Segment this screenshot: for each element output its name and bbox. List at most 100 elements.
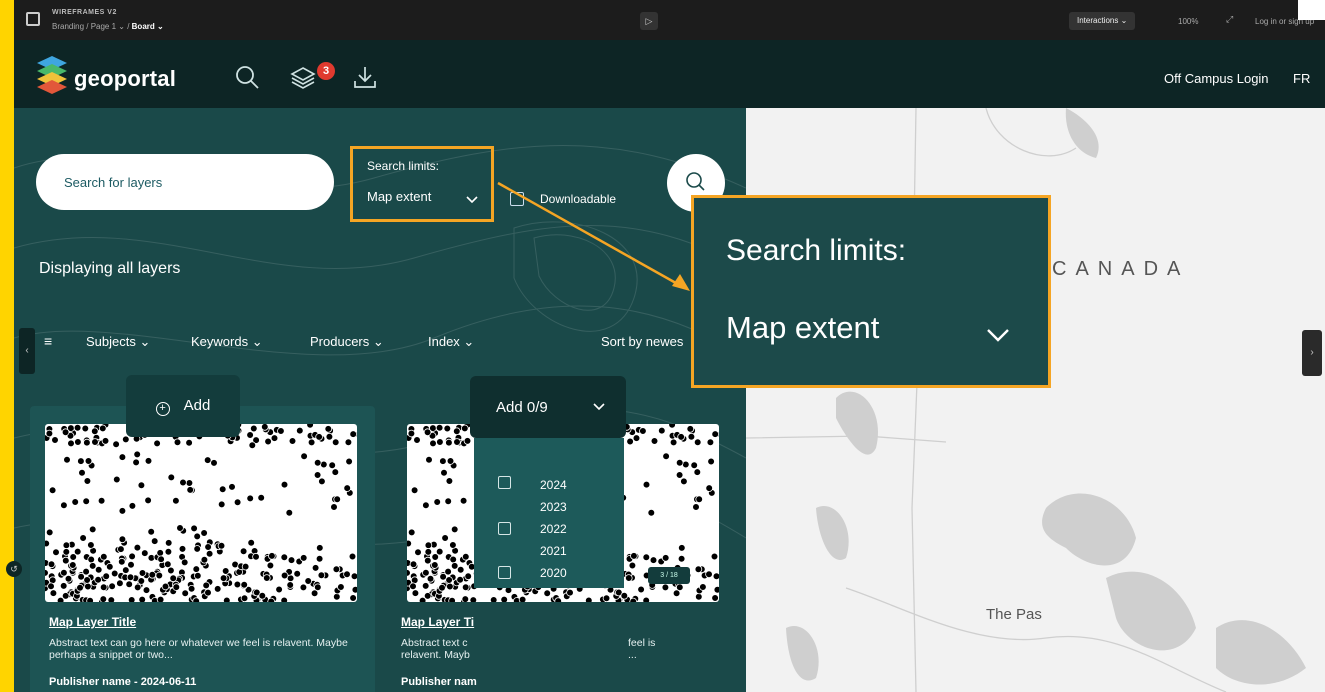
- cube-icon[interactable]: [26, 12, 40, 26]
- thumbnail-dot: [349, 430, 357, 438]
- thumbnail-dot: [110, 569, 119, 578]
- thumbnail-dot: [180, 558, 189, 567]
- chevron-left-icon[interactable]: ‹: [19, 328, 35, 374]
- thumbnail-dot: [426, 575, 435, 583]
- thumbnail-dot: [459, 497, 468, 505]
- year-checkbox-2022[interactable]: [498, 522, 511, 535]
- layers-icon[interactable]: [290, 64, 316, 90]
- thumbnail-dot: [107, 596, 116, 602]
- thumbnail-dot: [677, 433, 685, 441]
- thumbnail-dot: [317, 571, 326, 580]
- search-icon[interactable]: [234, 64, 260, 90]
- thumbnail-dot: [108, 582, 116, 591]
- breadcrumb-page[interactable]: Board ⌄: [132, 22, 164, 31]
- interactions-dropdown[interactable]: Interactions ⌄: [1069, 12, 1136, 30]
- thumbnail-dot: [452, 427, 461, 435]
- search-input[interactable]: [36, 154, 334, 210]
- zoom-level[interactable]: 100%: [1178, 17, 1198, 26]
- thumbnail-dot: [424, 541, 433, 550]
- thumbnail-dot: [449, 555, 457, 564]
- thumbnail-dot: [450, 525, 459, 534]
- thumbnail-dot: [157, 555, 165, 564]
- menu-icon[interactable]: ≡: [44, 333, 52, 349]
- year-option[interactable]: 2020: [540, 566, 567, 580]
- thumbnail-dot: [350, 572, 357, 580]
- year-checkbox-2020[interactable]: [498, 566, 511, 579]
- card-abstract-right-line2: ...: [628, 649, 637, 661]
- thumbnail-dot: [99, 583, 108, 592]
- thumbnail-dot: [73, 547, 82, 556]
- downloadable-checkbox[interactable]: [510, 192, 524, 206]
- thumbnail-dot: [313, 471, 322, 479]
- thumbnail-dot: [45, 539, 50, 548]
- thumbnail-dot: [293, 569, 302, 578]
- search-limits-dropdown[interactable]: Search limits: Map extent: [350, 146, 494, 222]
- add-layer-button[interactable]: + Add: [126, 375, 240, 437]
- filter-keywords[interactable]: Keywords ⌄: [191, 334, 263, 350]
- thumbnail-dot: [61, 428, 70, 436]
- filter-index[interactable]: Index ⌄: [428, 334, 474, 350]
- thumbnail-dot: [62, 541, 71, 550]
- thumbnail-dot: [469, 596, 478, 602]
- year-option[interactable]: 2024: [540, 478, 567, 492]
- thumbnail-dot: [68, 561, 77, 569]
- year-checkbox-2024[interactable]: [498, 476, 511, 489]
- play-icon[interactable]: ▷: [640, 12, 658, 30]
- thumbnail-dot: [142, 586, 151, 594]
- undo-icon[interactable]: ↺: [6, 561, 22, 577]
- thumbnail-dot: [71, 498, 80, 506]
- thumbnail-dot: [343, 570, 351, 579]
- thumbnail-dot: [705, 484, 714, 492]
- downloadable-label: Downloadable: [540, 192, 617, 206]
- thumbnail-dot: [677, 555, 686, 563]
- breadcrumb[interactable]: Branding / Page 1 ⌄ / Board ⌄: [52, 22, 164, 31]
- off-campus-login-link[interactable]: Off Campus Login: [1164, 71, 1269, 86]
- filter-subjects[interactable]: Subjects ⌄: [86, 334, 150, 350]
- thumbnail-dot: [194, 571, 202, 580]
- thumbnail-dot: [51, 436, 59, 444]
- year-option[interactable]: 2022: [540, 522, 567, 536]
- thumbnail-dot: [45, 429, 54, 438]
- thumbnail-dot: [669, 438, 678, 447]
- thumbnail-dot: [695, 495, 704, 504]
- geoportal-logo-icon[interactable]: [36, 54, 68, 94]
- thumbnail-dot: [672, 589, 681, 598]
- year-option[interactable]: 2023: [540, 500, 567, 514]
- sort-dropdown[interactable]: Sort by newes: [601, 334, 683, 349]
- thumbnail-dot: [252, 552, 260, 561]
- card-publisher: Publisher nam: [401, 676, 477, 688]
- thumbnail-dot: [423, 592, 432, 600]
- thumbnail-dot: [126, 573, 135, 582]
- thumbnail-dot: [409, 560, 418, 569]
- thumbnail-dot: [144, 457, 153, 465]
- add-years-dropdown[interactable]: Add 0/9: [470, 376, 626, 438]
- language-toggle[interactable]: FR: [1293, 71, 1310, 86]
- expand-icon[interactable]: ⤢: [1226, 14, 1233, 25]
- thumbnail-dot: [84, 457, 93, 465]
- thumbnail-dot: [435, 547, 444, 556]
- thumbnail-dot: [86, 596, 94, 602]
- brand-name[interactable]: geoportal: [74, 66, 176, 92]
- thumbnail-dot: [193, 532, 202, 541]
- filter-producers[interactable]: Producers ⌄: [310, 334, 384, 350]
- thumbnail-dot: [200, 555, 209, 564]
- chevron-right-icon[interactable]: ›: [1302, 330, 1322, 376]
- callout-value: Map extent: [726, 310, 880, 345]
- thumbnail-dot: [94, 565, 103, 574]
- thumbnail-dot: [711, 430, 719, 438]
- thumbnail-dot: [435, 424, 444, 432]
- thumbnail-dot: [343, 484, 352, 492]
- thumbnail-dot: [304, 577, 313, 585]
- corner-icon: [1298, 0, 1325, 20]
- thumbnail-dot: [288, 437, 297, 445]
- layer-card[interactable]: Map Layer Title Abstract text can go her…: [30, 406, 375, 692]
- year-option[interactable]: 2021: [540, 544, 567, 558]
- download-icon[interactable]: [352, 64, 378, 90]
- card-title[interactable]: Map Layer Ti: [401, 615, 474, 629]
- thumbnail-dot: [692, 503, 700, 511]
- thumbnail-dot: [626, 437, 634, 446]
- thumbnail-dot: [690, 461, 699, 469]
- thumbnail-dot: [61, 592, 70, 600]
- card-title[interactable]: Map Layer Title: [49, 615, 136, 629]
- thumbnail-dot: [144, 496, 152, 505]
